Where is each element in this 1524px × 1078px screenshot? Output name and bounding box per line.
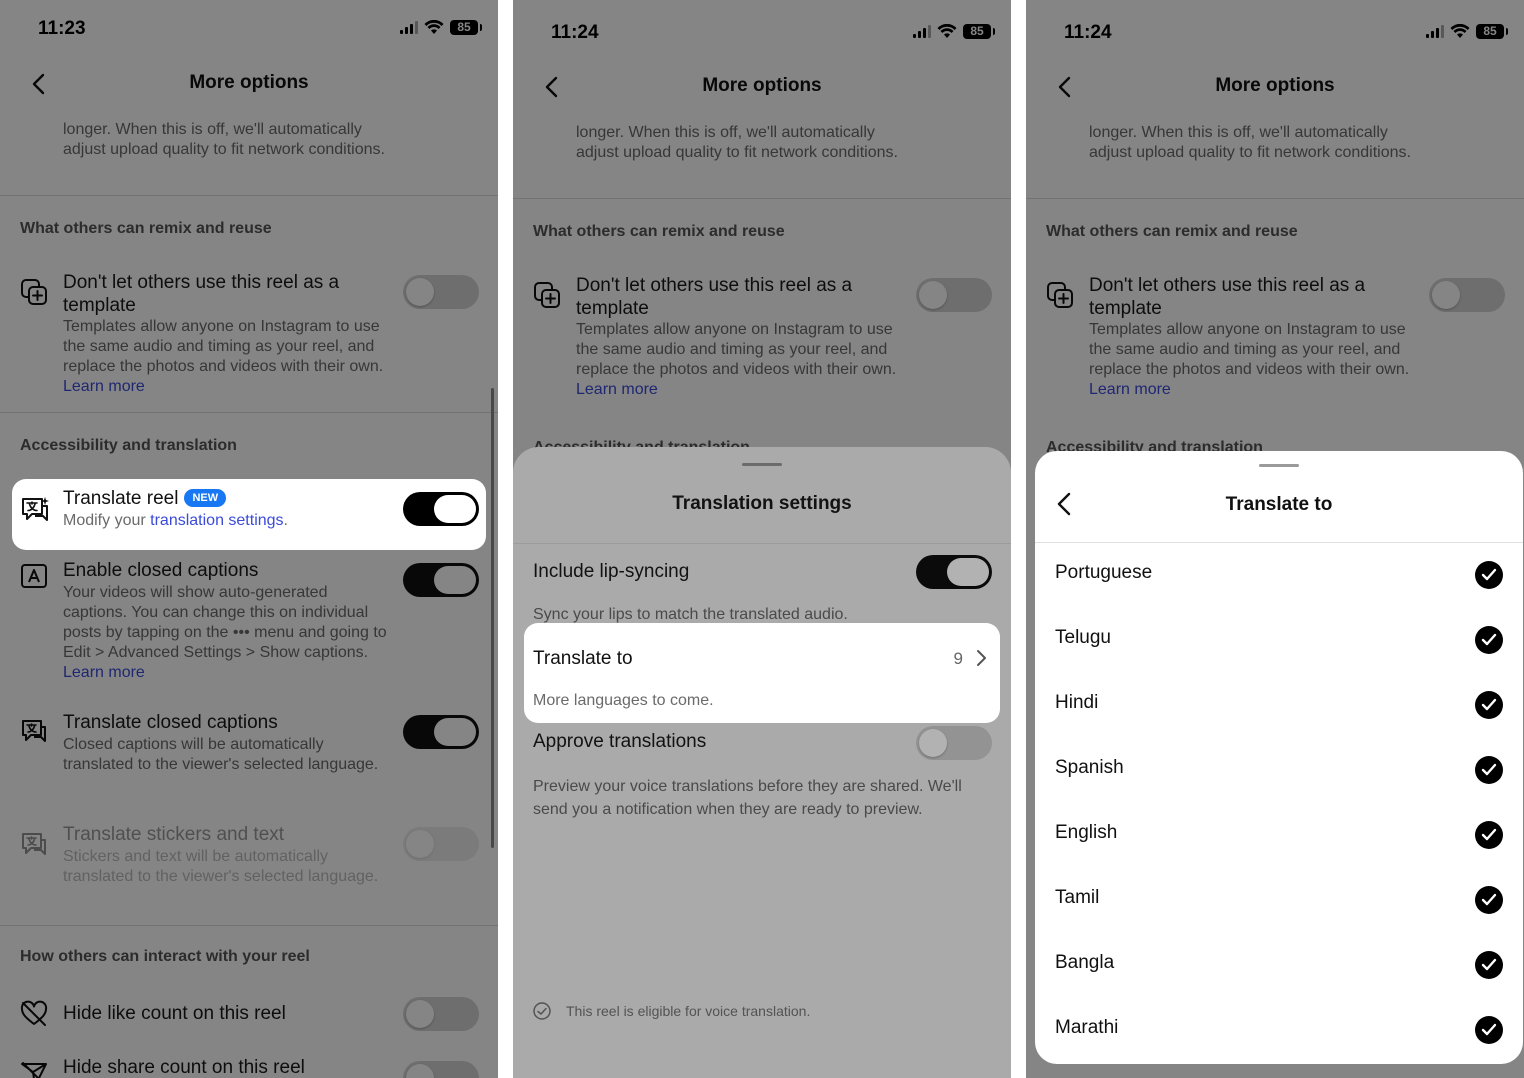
language-row[interactable]: Tamil — [1055, 868, 1503, 933]
language-label: Portuguese — [1055, 562, 1153, 583]
checkmark-icon[interactable] — [1475, 561, 1503, 589]
screen-more-options-1: 11:23 85 More options longer. When this … — [0, 0, 498, 1078]
translate-reel-icon — [22, 497, 49, 521]
language-row[interactable]: Portuguese — [1055, 543, 1503, 608]
screen-translate-to: 11:24 85 More options longer. When this … — [1026, 0, 1524, 1078]
language-label: English — [1055, 822, 1118, 843]
language-label: Tamil — [1055, 887, 1100, 908]
checkmark-icon[interactable] — [1475, 1016, 1503, 1044]
language-row[interactable]: Spanish — [1055, 738, 1503, 803]
translate-reel-toggle[interactable] — [403, 492, 479, 526]
language-row[interactable]: Bangla — [1055, 933, 1503, 998]
checkmark-icon[interactable] — [1475, 756, 1503, 784]
translate-to-card[interactable]: Translate to 9 More languages to come. — [524, 623, 1000, 723]
checkmark-icon[interactable] — [1475, 886, 1503, 914]
language-label: Hindi — [1055, 692, 1099, 713]
checkmark-icon[interactable] — [1475, 626, 1503, 654]
checkmark-icon[interactable] — [1475, 951, 1503, 979]
language-label: Marathi — [1055, 1017, 1119, 1038]
dim-overlay — [513, 447, 1011, 1078]
new-badge: NEW — [184, 489, 227, 507]
translate-reel-title: Translate reel — [63, 488, 179, 509]
translate-to-sheet: Translate to Portuguese Telugu Hindi Spanis… — [1035, 451, 1523, 1064]
sheet-grabber[interactable] — [1259, 464, 1299, 467]
checkmark-icon[interactable] — [1475, 691, 1503, 719]
checkmark-icon[interactable] — [1475, 821, 1503, 849]
screen-translation-settings: 11:24 85 More options longer. When this … — [513, 0, 1011, 1078]
translate-reel-title-row: Translate reel NEW — [63, 488, 227, 510]
translate-reel-description: Modify your translation settings. — [63, 512, 288, 529]
translate-to-title: Translate to — [533, 648, 633, 669]
language-count: 9 — [953, 649, 963, 668]
translation-settings-link[interactable]: translation settings — [150, 512, 283, 529]
language-label: Telugu — [1055, 627, 1111, 648]
language-row[interactable]: English — [1055, 803, 1503, 868]
language-row[interactable]: Hindi — [1055, 673, 1503, 738]
language-row[interactable]: Telugu — [1055, 608, 1503, 673]
translate-reel-card[interactable]: Translate reel NEW Modify your translatio… — [12, 479, 486, 550]
language-label: Spanish — [1055, 757, 1124, 778]
chevron-right-icon — [977, 650, 986, 666]
language-row[interactable]: Marathi — [1055, 998, 1503, 1063]
translate-to-description: More languages to come. — [533, 692, 714, 709]
language-label: Bangla — [1055, 952, 1115, 973]
sheet-title: Translate to — [1225, 494, 1333, 515]
